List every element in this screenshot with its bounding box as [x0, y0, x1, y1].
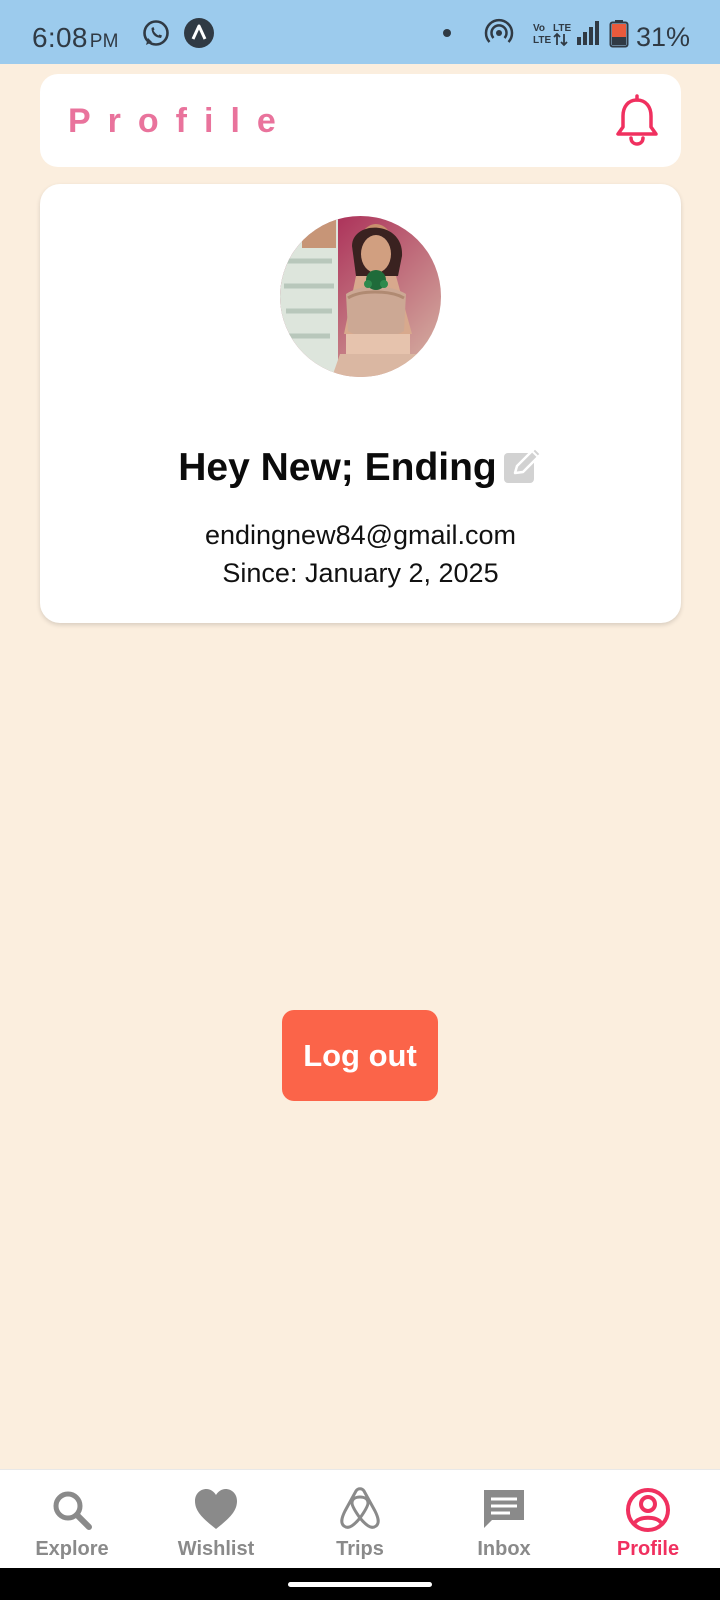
svg-text:LTE: LTE: [553, 23, 571, 34]
nav-item-profile[interactable]: Profile: [576, 1470, 720, 1569]
nav-item-inbox[interactable]: Inbox: [432, 1470, 576, 1569]
nav-label-inbox: Inbox: [477, 1538, 531, 1560]
bell-icon[interactable]: [612, 94, 662, 148]
home-gesture-handle[interactable]: [288, 1582, 432, 1587]
nav-item-explore[interactable]: Explore: [0, 1470, 144, 1569]
app-notification-icon: [184, 18, 214, 48]
user-circle-icon: [626, 1488, 670, 1532]
user-email: endingnew84@gmail.com: [204, 520, 517, 550]
battery-percentage: 31%: [636, 22, 691, 52]
status-time-ampm: PM: [89, 31, 119, 52]
svg-text:Vo: Vo: [533, 23, 545, 34]
svg-text:LTE: LTE: [533, 35, 551, 46]
message-icon: [484, 1490, 524, 1528]
nav-label-wishlist: Wishlist: [177, 1538, 255, 1560]
battery-icon: [609, 20, 629, 48]
heart-icon: [195, 1489, 237, 1529]
airbnb-icon: [340, 1487, 380, 1529]
nav-label-explore: Explore: [35, 1538, 109, 1560]
profile-card: Hey New; Ending endingnew84@gmail.com Si…: [40, 184, 681, 623]
hotspot-icon: [484, 18, 514, 43]
gesture-bar: [0, 1568, 720, 1600]
greeting-row: Hey New; Ending: [40, 446, 681, 490]
nav-label-trips: Trips: [336, 1538, 384, 1560]
member-since: Since: January 2, 2025: [222, 558, 499, 588]
search-icon: [53, 1491, 92, 1530]
user-greeting: Hey New; Ending: [178, 446, 497, 489]
nav-item-wishlist[interactable]: Wishlist: [144, 1470, 288, 1569]
header-card: Profile: [40, 74, 681, 167]
status-time-value: 6:08: [32, 22, 88, 53]
signal-icon: [577, 21, 599, 45]
nav-label-profile: Profile: [616, 1538, 680, 1560]
bottom-nav: Explore Wishlist Trips Inbox Profile: [0, 1469, 720, 1568]
whatsapp-icon: [143, 20, 169, 46]
edit-icon[interactable]: [501, 444, 543, 486]
page-title: Profile: [68, 102, 293, 140]
dot-icon: [443, 29, 451, 37]
status-bar: 6:08 PM Vo LTE LTE 31%: [0, 0, 720, 64]
nav-item-trips[interactable]: Trips: [288, 1470, 432, 1569]
status-time: 6:08 PM: [32, 22, 119, 54]
avatar: [280, 216, 441, 377]
logout-button[interactable]: Log out: [282, 1010, 438, 1101]
